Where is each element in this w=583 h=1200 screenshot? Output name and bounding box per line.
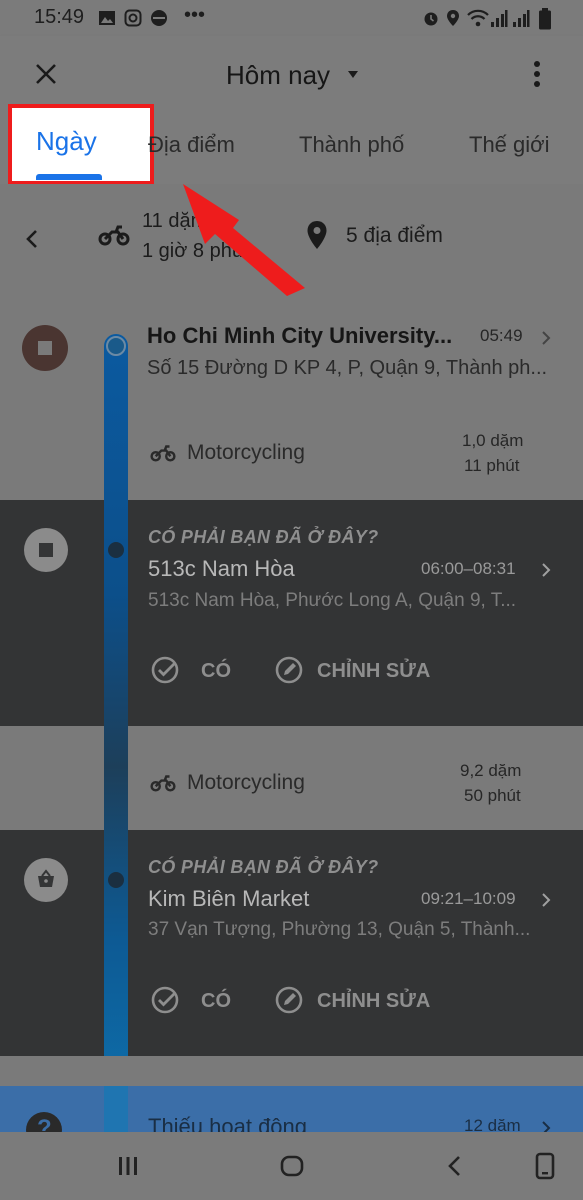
place-name[interactable]: Kim Biên Market — [148, 886, 309, 912]
dropdown-triangle-icon[interactable] — [347, 70, 359, 80]
location-icon — [447, 10, 459, 26]
motorcycle-icon — [98, 225, 130, 246]
timeline-dot — [106, 336, 126, 356]
status-bar: 15:49 ••• — [0, 0, 583, 36]
activity-distance: 9,2 dặm — [460, 761, 522, 780]
signal-icon — [491, 10, 508, 27]
summary-places: 5 địa điểm — [346, 224, 443, 247]
place-time: 05:49 — [480, 326, 523, 345]
visit-question: CÓ PHẢI BẠN ĐÃ Ở ĐÂY? — [148, 527, 379, 547]
edit-icon[interactable] — [274, 985, 304, 1015]
chevron-left-icon[interactable] — [24, 228, 40, 250]
place-time: 06:00–08:31 — [421, 559, 516, 578]
close-icon[interactable] — [34, 62, 58, 86]
place-name[interactable]: 513c Nam Hòa — [148, 556, 295, 582]
chevron-right-icon[interactable] — [540, 892, 552, 908]
more-vert-icon[interactable] — [530, 60, 544, 88]
edit-button[interactable]: CHỈNH SỬA — [317, 660, 430, 683]
tab-world[interactable]: Thế giới — [469, 132, 549, 158]
app-icon — [151, 10, 167, 26]
timeline-dot — [108, 542, 124, 558]
back-icon[interactable] — [446, 1154, 462, 1178]
timeline-dot — [108, 872, 124, 888]
alarm-icon — [424, 12, 438, 26]
tab-day[interactable]: Ngày — [36, 126, 97, 157]
confirm-button[interactable]: CÓ — [201, 660, 231, 683]
stop-icon — [39, 543, 53, 557]
page-title[interactable]: Hôm nay — [226, 60, 330, 91]
visit-question: CÓ PHẢI BẠN ĐÃ Ở ĐÂY? — [148, 857, 379, 877]
place-name[interactable]: Ho Chi Minh City University... — [147, 323, 452, 349]
phone-icon[interactable] — [535, 1152, 555, 1180]
place-address: 37 Vạn Tượng, Phường 13, Quận 5, Thành..… — [148, 919, 531, 940]
tab-places[interactable]: Địa điểm — [148, 132, 235, 158]
tab-cities[interactable]: Thành phố — [299, 132, 404, 158]
motorcycle-icon — [150, 775, 176, 792]
place-time: 09:21–10:09 — [421, 889, 516, 908]
wifi-icon — [467, 9, 489, 27]
place-icon — [22, 325, 68, 371]
battery-icon — [539, 8, 551, 30]
status-time: 15:49 — [34, 6, 85, 28]
place-icon — [24, 528, 68, 572]
edit-button[interactable]: CHỈNH SỬA — [317, 990, 430, 1013]
instagram-icon — [124, 9, 142, 27]
place-address: 513c Nam Hòa, Phước Long A, Quận 9, T... — [148, 590, 517, 611]
check-circle-icon[interactable] — [150, 985, 180, 1015]
edit-icon[interactable] — [274, 655, 304, 685]
system-nav-bar — [0, 1132, 583, 1200]
red-arrow-annotation — [183, 184, 305, 296]
activity-label: Motorcycling — [187, 771, 305, 794]
spacer — [0, 1056, 583, 1086]
check-circle-icon[interactable] — [150, 655, 180, 685]
activity-duration: 50 phút — [464, 786, 521, 805]
activity-duration: 11 phút — [464, 456, 520, 475]
shopping-bag-icon — [38, 869, 54, 887]
home-icon[interactable] — [280, 1154, 304, 1178]
shopping-icon — [24, 858, 68, 902]
app-bar: Hôm nay Ngày Địa điểm Thành phố Thế giới — [0, 36, 583, 185]
chevron-right-icon[interactable] — [540, 330, 552, 346]
chevron-right-icon[interactable] — [540, 562, 552, 578]
activity-label: Motorcycling — [187, 441, 305, 464]
timeline-line-end — [104, 1086, 128, 1132]
tab-indicator — [36, 174, 102, 180]
signal-icon — [513, 10, 530, 27]
more-dots-icon: ••• — [184, 4, 206, 26]
confirm-button[interactable]: CÓ — [201, 990, 231, 1013]
place-address: Số 15 Đường D KP 4, P, Quận 9, Thành ph.… — [147, 357, 548, 379]
activity-distance: 1,0 dặm — [462, 431, 524, 450]
motorcycle-icon — [150, 445, 176, 462]
gallery-icon — [99, 11, 115, 25]
recent-apps-icon[interactable] — [117, 1154, 139, 1178]
stop-icon — [38, 341, 52, 355]
